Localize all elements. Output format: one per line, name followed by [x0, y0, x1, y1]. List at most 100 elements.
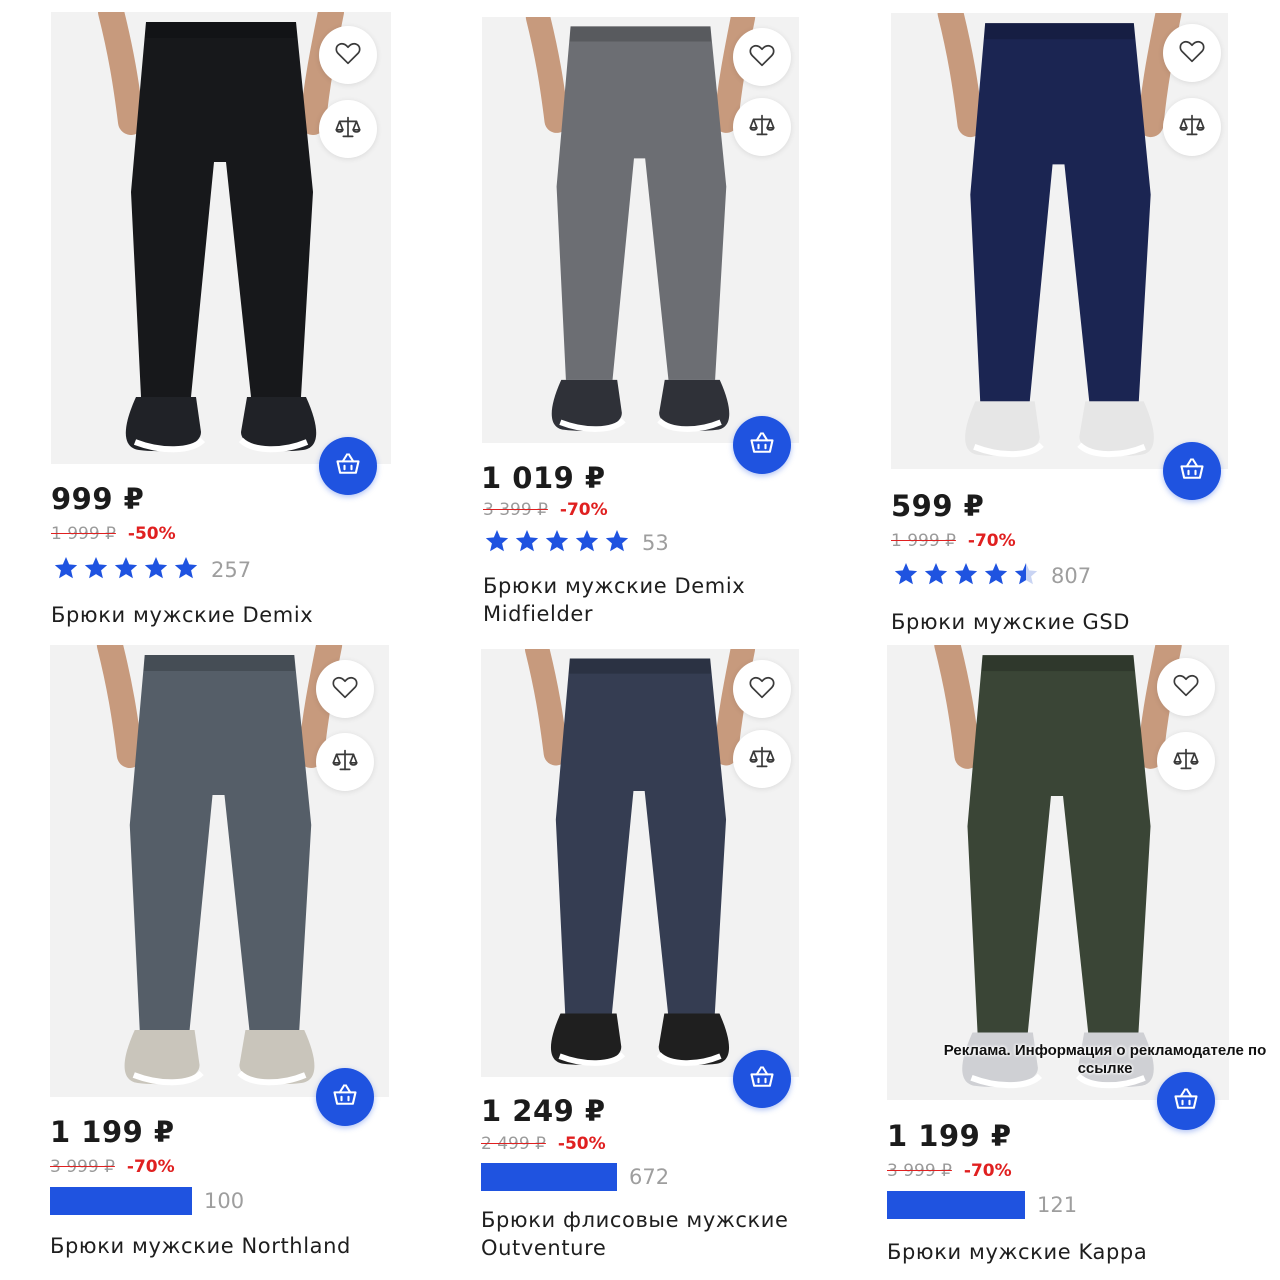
add-to-cart-button[interactable] [733, 416, 791, 474]
favorite-button[interactable] [733, 660, 791, 718]
old-price-line: 2 499 ₽ -50% [481, 1134, 606, 1156]
review-count: 257 [211, 558, 252, 582]
discount-badge: -50% [127, 524, 176, 544]
star-icon [893, 561, 919, 591]
rating: 257 [53, 555, 251, 585]
add-to-cart-button[interactable] [1157, 1072, 1215, 1130]
scales-icon [333, 112, 363, 146]
star-icon [113, 555, 139, 585]
review-count: 53 [642, 531, 669, 555]
product-title[interactable]: Брюки мужские Northland [50, 1232, 380, 1260]
star-icon [514, 528, 540, 558]
old-price-line: 1 999 ₽ -50% [51, 524, 176, 546]
review-count: 807 [1051, 564, 1092, 588]
rating: 100 [50, 1186, 244, 1216]
product-price: 1 019 ₽ [481, 461, 606, 495]
compare-button[interactable] [1157, 732, 1215, 790]
rating-placeholder-bar [50, 1187, 192, 1215]
product-title[interactable]: Брюки мужские Kappa [887, 1238, 1217, 1266]
old-price: 1 999 ₽ [891, 531, 956, 551]
star-icon [983, 561, 1009, 591]
compare-button[interactable] [1163, 98, 1221, 156]
star-icon [1013, 561, 1039, 591]
discount-badge: -70% [559, 500, 608, 520]
old-price: 2 499 ₽ [481, 1134, 546, 1154]
review-count: 121 [1037, 1193, 1078, 1217]
favorite-button[interactable] [1163, 24, 1221, 82]
old-price: 3 399 ₽ [483, 500, 548, 520]
star-icon [953, 561, 979, 591]
product-image[interactable] [891, 13, 1228, 469]
star-icon [574, 528, 600, 558]
scales-icon [747, 742, 777, 776]
rating: 807 [893, 561, 1091, 591]
add-to-cart-button[interactable] [319, 437, 377, 495]
old-price-line: 1 999 ₽ -70% [891, 531, 1016, 553]
product-title[interactable]: Брюки мужские Demix [51, 601, 381, 629]
old-price-line: 3 999 ₽ -70% [50, 1157, 175, 1179]
discount-badge: -70% [126, 1157, 175, 1177]
rating: 121 [887, 1190, 1077, 1220]
old-price: 3 999 ₽ [50, 1157, 115, 1177]
product-title[interactable]: Брюки мужские Demix Midfielder [483, 572, 813, 628]
star-icon [484, 528, 510, 558]
star-icon [173, 555, 199, 585]
add-to-cart-button[interactable] [316, 1068, 374, 1126]
rating: 672 [481, 1162, 669, 1192]
basket-icon [1172, 1085, 1200, 1117]
rating: 53 [484, 528, 669, 558]
pants-illustration [891, 13, 1228, 469]
rating-stars [484, 528, 630, 558]
product-title[interactable]: Брюки флисовые мужские Outventure [481, 1206, 811, 1262]
star-icon [143, 555, 169, 585]
compare-button[interactable] [319, 100, 377, 158]
favorite-button[interactable] [319, 26, 377, 84]
discount-badge: -70% [963, 1161, 1012, 1181]
product-price: 599 ₽ [891, 489, 985, 523]
compare-button[interactable] [316, 733, 374, 791]
star-icon [604, 528, 630, 558]
basket-icon [334, 450, 362, 482]
basket-icon [331, 1081, 359, 1113]
discount-badge: -70% [967, 531, 1016, 551]
scales-icon [1177, 110, 1207, 144]
favorite-button[interactable] [316, 660, 374, 718]
star-icon [83, 555, 109, 585]
heart-icon [333, 38, 363, 72]
star-icon [53, 555, 79, 585]
favorite-button[interactable] [1157, 658, 1215, 716]
heart-icon [747, 40, 777, 74]
old-price-line: 3 399 ₽ -70% [483, 500, 608, 522]
add-to-cart-button[interactable] [733, 1050, 791, 1108]
basket-icon [1178, 455, 1206, 487]
rating-stars [53, 555, 199, 585]
rating-stars [893, 561, 1039, 591]
rating-placeholder-bar [887, 1191, 1025, 1219]
heart-icon [1177, 36, 1207, 70]
heart-icon [1171, 670, 1201, 704]
old-price-line: 3 999 ₽ -70% [887, 1161, 1012, 1183]
star-icon [923, 561, 949, 591]
product-price: 1 249 ₽ [481, 1094, 606, 1128]
add-to-cart-button[interactable] [1163, 442, 1221, 500]
product-price: 1 199 ₽ [887, 1119, 1012, 1153]
ad-notice[interactable]: Реклама. Информация о рекламодателе по с… [940, 1042, 1270, 1078]
compare-button[interactable] [733, 730, 791, 788]
scales-icon [330, 745, 360, 779]
product-price: 999 ₽ [51, 482, 145, 516]
scales-icon [1171, 744, 1201, 778]
basket-icon [748, 1063, 776, 1095]
basket-icon [748, 429, 776, 461]
product-price: 1 199 ₽ [50, 1115, 175, 1149]
product-title[interactable]: Брюки мужские GSD [891, 608, 1221, 636]
old-price: 1 999 ₽ [51, 524, 116, 544]
review-count: 672 [629, 1165, 670, 1189]
heart-icon [747, 672, 777, 706]
scales-icon [747, 110, 777, 144]
compare-button[interactable] [733, 98, 791, 156]
old-price: 3 999 ₽ [887, 1161, 952, 1181]
heart-icon [330, 672, 360, 706]
favorite-button[interactable] [733, 28, 791, 86]
rating-placeholder-bar [481, 1163, 617, 1191]
star-icon [544, 528, 570, 558]
